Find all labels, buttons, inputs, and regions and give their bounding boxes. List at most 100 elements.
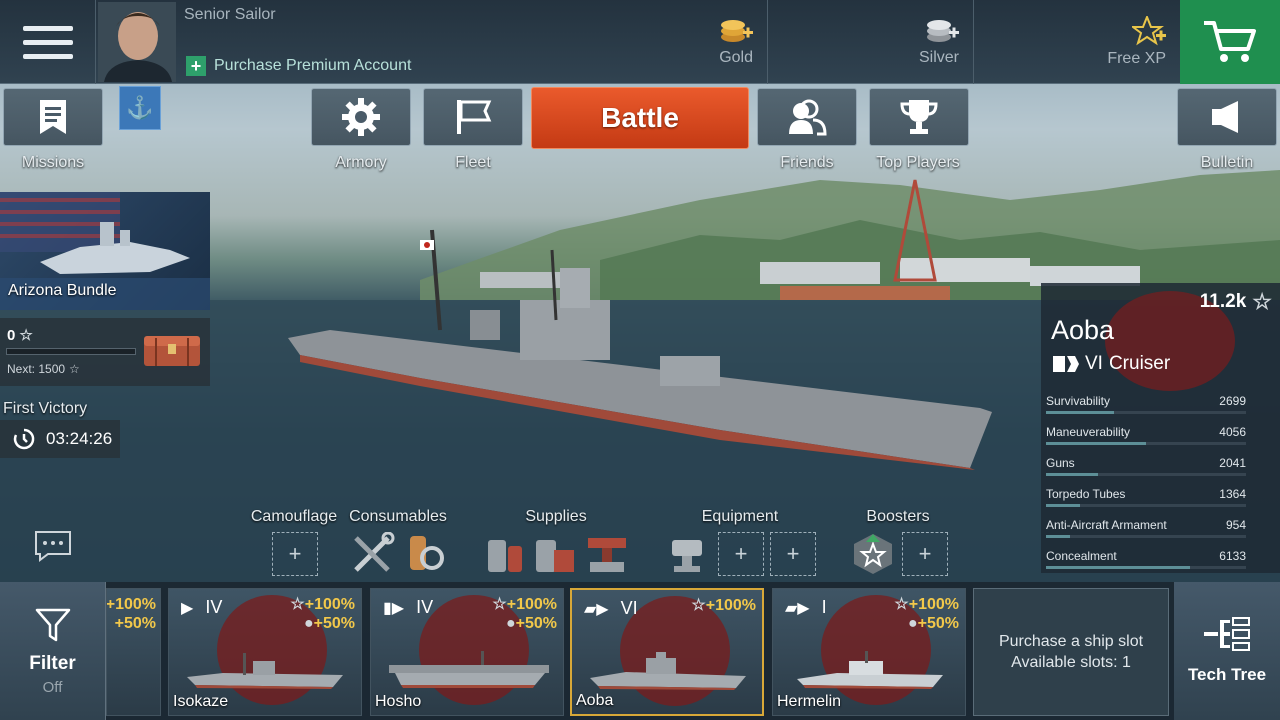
free-xp-currency[interactable]: Free XP [974, 0, 1180, 84]
star-icon: ☆ [19, 327, 33, 344]
stat-label: Maneuverability [1046, 425, 1131, 439]
main-menu-button[interactable] [0, 0, 96, 84]
equipment-slot-3[interactable]: + [770, 532, 816, 576]
tech-tree-button[interactable]: Tech Tree [1174, 582, 1280, 720]
ship-card-hosho[interactable]: ▮▶ IV ☆+100% ●+50% Hosho [370, 588, 564, 716]
xp-bonus-value: +100% [304, 596, 355, 613]
stat-value: 4056 [1219, 425, 1246, 439]
ship-tier: IV [205, 597, 223, 617]
stat-label: Anti-Aircraft Armament [1046, 518, 1167, 532]
bundle-label: Arizona Bundle [8, 282, 117, 299]
hamburger-line [22, 25, 73, 31]
supply-slot-1[interactable] [482, 532, 528, 576]
plus-icon: + [786, 541, 800, 566]
filter-button[interactable]: Filter Off [0, 582, 106, 720]
ship-bonus: ☆+100% ●+50% [894, 595, 959, 633]
stars-count: 0 [7, 326, 16, 344]
stat-value: 1364 [1219, 487, 1246, 501]
anchor-icon: ⚓ [126, 95, 154, 120]
filter-label: Filter [29, 652, 76, 674]
silver-coin-icon: ● [505, 615, 516, 632]
destroyer-class-icon: ▶ [181, 599, 194, 617]
star-icon: ☆ [1252, 289, 1272, 314]
wrench-canister-icon [410, 536, 444, 570]
silver-bonus-value: +50% [114, 615, 156, 632]
ammo-crate-icon [536, 540, 574, 572]
stat-bar-fill [1046, 535, 1070, 538]
ship-class: VI Cruiser [1053, 353, 1170, 375]
top-players-button[interactable] [869, 88, 969, 146]
equipment-slot-2[interactable]: + [718, 532, 764, 576]
gold-currency[interactable]: Gold [600, 0, 768, 84]
ship-tier: VI [1085, 353, 1103, 374]
repair-tools-icon [354, 532, 395, 572]
gear-icon [342, 98, 380, 136]
camouflage-title: Camouflage [250, 508, 338, 525]
xp-bonus-value: +100% [106, 596, 156, 613]
player-rank: Senior Sailor [184, 6, 276, 23]
trophy-icon [900, 100, 938, 134]
armory-button[interactable] [311, 88, 411, 146]
purchase-ship-slot-button[interactable]: Purchase a ship slot Available slots: 1 [973, 588, 1169, 716]
cart-icon [1204, 21, 1256, 62]
anchor-button[interactable]: ⚓ [119, 86, 161, 130]
ship-model [187, 653, 343, 689]
booster-slot-2[interactable]: + [902, 532, 948, 576]
friends-icon [789, 99, 827, 136]
ship-tier-row: ▰▶ VI [584, 598, 638, 619]
stat-value: 6133 [1219, 549, 1246, 563]
bulletin-button[interactable] [1177, 88, 1277, 146]
next-reward-label: Next: 1500 [7, 362, 66, 376]
booster-slot-1[interactable] [850, 532, 896, 576]
fleet-button[interactable] [423, 88, 523, 146]
silver-label: Silver [918, 49, 959, 66]
equipment-title: Equipment [701, 508, 779, 525]
stat-bar-fill [1046, 566, 1190, 569]
ship-name: Aoba [1051, 315, 1115, 345]
battle-button[interactable]: Battle [531, 87, 749, 149]
stat-bar [1046, 442, 1246, 445]
shop-cart-button[interactable] [1180, 0, 1280, 84]
silver-bonus-value: +50% [313, 615, 355, 632]
star-progress-panel[interactable]: 0 ☆ Next: 1500 ☆ [0, 318, 210, 386]
stat-bar-fill [1046, 473, 1098, 476]
gold-coins-icon [721, 20, 753, 42]
stat-row: Torpedo Tubes 1364 [1046, 487, 1276, 513]
stat-bar [1046, 566, 1246, 569]
supply-slot-2[interactable] [532, 532, 578, 576]
ship-card-partial[interactable]: +100% +50% [106, 588, 161, 716]
ship-card-isokaze[interactable]: ▶ IV ☆+100% ●+50% Isokaze [168, 588, 362, 716]
equipment-slot-1[interactable] [666, 532, 712, 576]
friends-button[interactable] [757, 88, 857, 146]
purchase-premium-link[interactable]: + Purchase Premium Account [186, 56, 411, 76]
consumable-repair-slot[interactable] [350, 532, 396, 576]
camouflage-slot[interactable]: + [272, 532, 318, 576]
silver-coins-icon [927, 20, 959, 42]
stat-value: 2041 [1219, 456, 1246, 470]
silver-currency[interactable]: Silver [768, 0, 974, 84]
player-avatar[interactable] [98, 2, 176, 82]
first-victory-label: First Victory [3, 400, 88, 417]
hamburger-line [22, 39, 73, 45]
ship-tier: IV [416, 597, 434, 617]
supply-slot-3[interactable] [584, 532, 630, 576]
ship-card-aoba[interactable]: ▰▶ VI ☆+100% Aoba [570, 588, 764, 716]
chat-icon[interactable] [34, 530, 72, 562]
arizona-bundle-banner[interactable]: Arizona Bundle [0, 192, 210, 310]
stat-value: 2699 [1219, 394, 1246, 408]
missions-button[interactable] [3, 88, 103, 146]
friends-label: Friends [780, 154, 834, 171]
cruiser-class-icon [1053, 356, 1079, 372]
cruiser-class-icon: ▰▶ [785, 599, 810, 617]
star-icon: ☆ [290, 596, 305, 613]
stat-bar [1046, 535, 1246, 538]
plus-icon: + [734, 541, 748, 566]
consumables-title: Consumables [349, 508, 447, 525]
ship-card-hermelin[interactable]: ▰▶ I ☆+100% ●+50% Hermelin [772, 588, 966, 716]
timer-value: 03:24:26 [46, 429, 113, 448]
bulletin-label: Bulletin [1200, 154, 1254, 171]
tech-tree-icon [1204, 617, 1250, 651]
plus-icon: + [288, 541, 302, 566]
supply-crate-icon [588, 538, 626, 572]
consumable-smoke-slot[interactable] [402, 532, 448, 576]
